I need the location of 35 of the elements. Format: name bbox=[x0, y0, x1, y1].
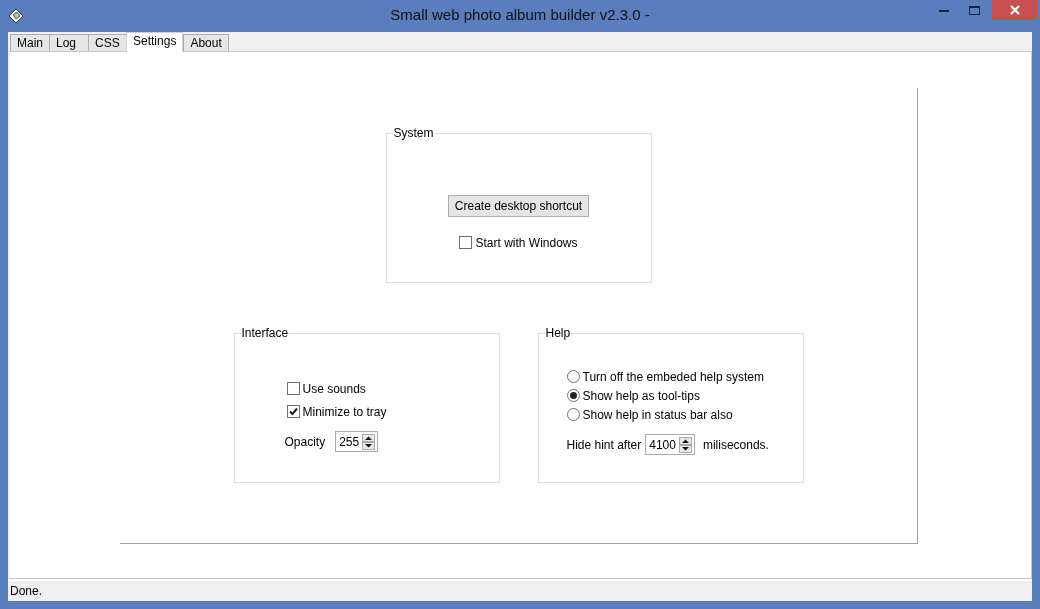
checkbox-label: Start with Windows bbox=[475, 235, 578, 250]
number-spinner[interactable]: 4100 bbox=[645, 434, 695, 455]
close-icon bbox=[1009, 5, 1020, 15]
tab[interactable]: About bbox=[183, 34, 229, 51]
checkbox-label: Minimize to tray bbox=[302, 404, 387, 419]
opacity-label: Opacity bbox=[284, 434, 326, 449]
app-icon bbox=[8, 8, 24, 24]
close-button[interactable] bbox=[992, 0, 1037, 20]
group-title: System bbox=[392, 126, 435, 140]
tab[interactable]: Settings bbox=[126, 32, 184, 52]
group-title: Interface bbox=[240, 326, 290, 340]
tab[interactable]: Main bbox=[10, 34, 50, 51]
status-text: Done. bbox=[10, 584, 43, 598]
hide-hint-label: Hide hint after bbox=[566, 437, 642, 452]
spin-arrows-icon[interactable] bbox=[362, 433, 376, 450]
minimize-icon bbox=[938, 8, 949, 12]
group-title: Help bbox=[544, 326, 572, 340]
radio-button[interactable] bbox=[566, 389, 580, 402]
unit-label: miliseconds. bbox=[702, 437, 769, 452]
checkbox-label: Use sounds bbox=[302, 381, 366, 396]
spin-arrows-icon[interactable] bbox=[678, 436, 692, 453]
radio-button[interactable] bbox=[566, 408, 580, 421]
window-title: Small web photo album builder v2.3.0 - bbox=[390, 6, 650, 23]
checkbox[interactable] bbox=[286, 405, 300, 418]
tab[interactable]: CSS bbox=[88, 34, 128, 51]
radio-label: Turn off the embeded help system bbox=[582, 369, 764, 384]
maximize-icon bbox=[969, 5, 980, 15]
tab[interactable]: Log bbox=[49, 34, 89, 51]
number-spinner[interactable]: 255 bbox=[335, 431, 379, 452]
checkbox[interactable] bbox=[459, 236, 473, 249]
create-shortcut-button[interactable]: Create desktop shortcut bbox=[447, 195, 590, 217]
radio-label: Show help in status bar also bbox=[582, 407, 733, 422]
radio-label: Show help as tool-tips bbox=[582, 388, 700, 403]
radio-button[interactable] bbox=[566, 370, 580, 383]
checkbox[interactable] bbox=[286, 382, 300, 395]
